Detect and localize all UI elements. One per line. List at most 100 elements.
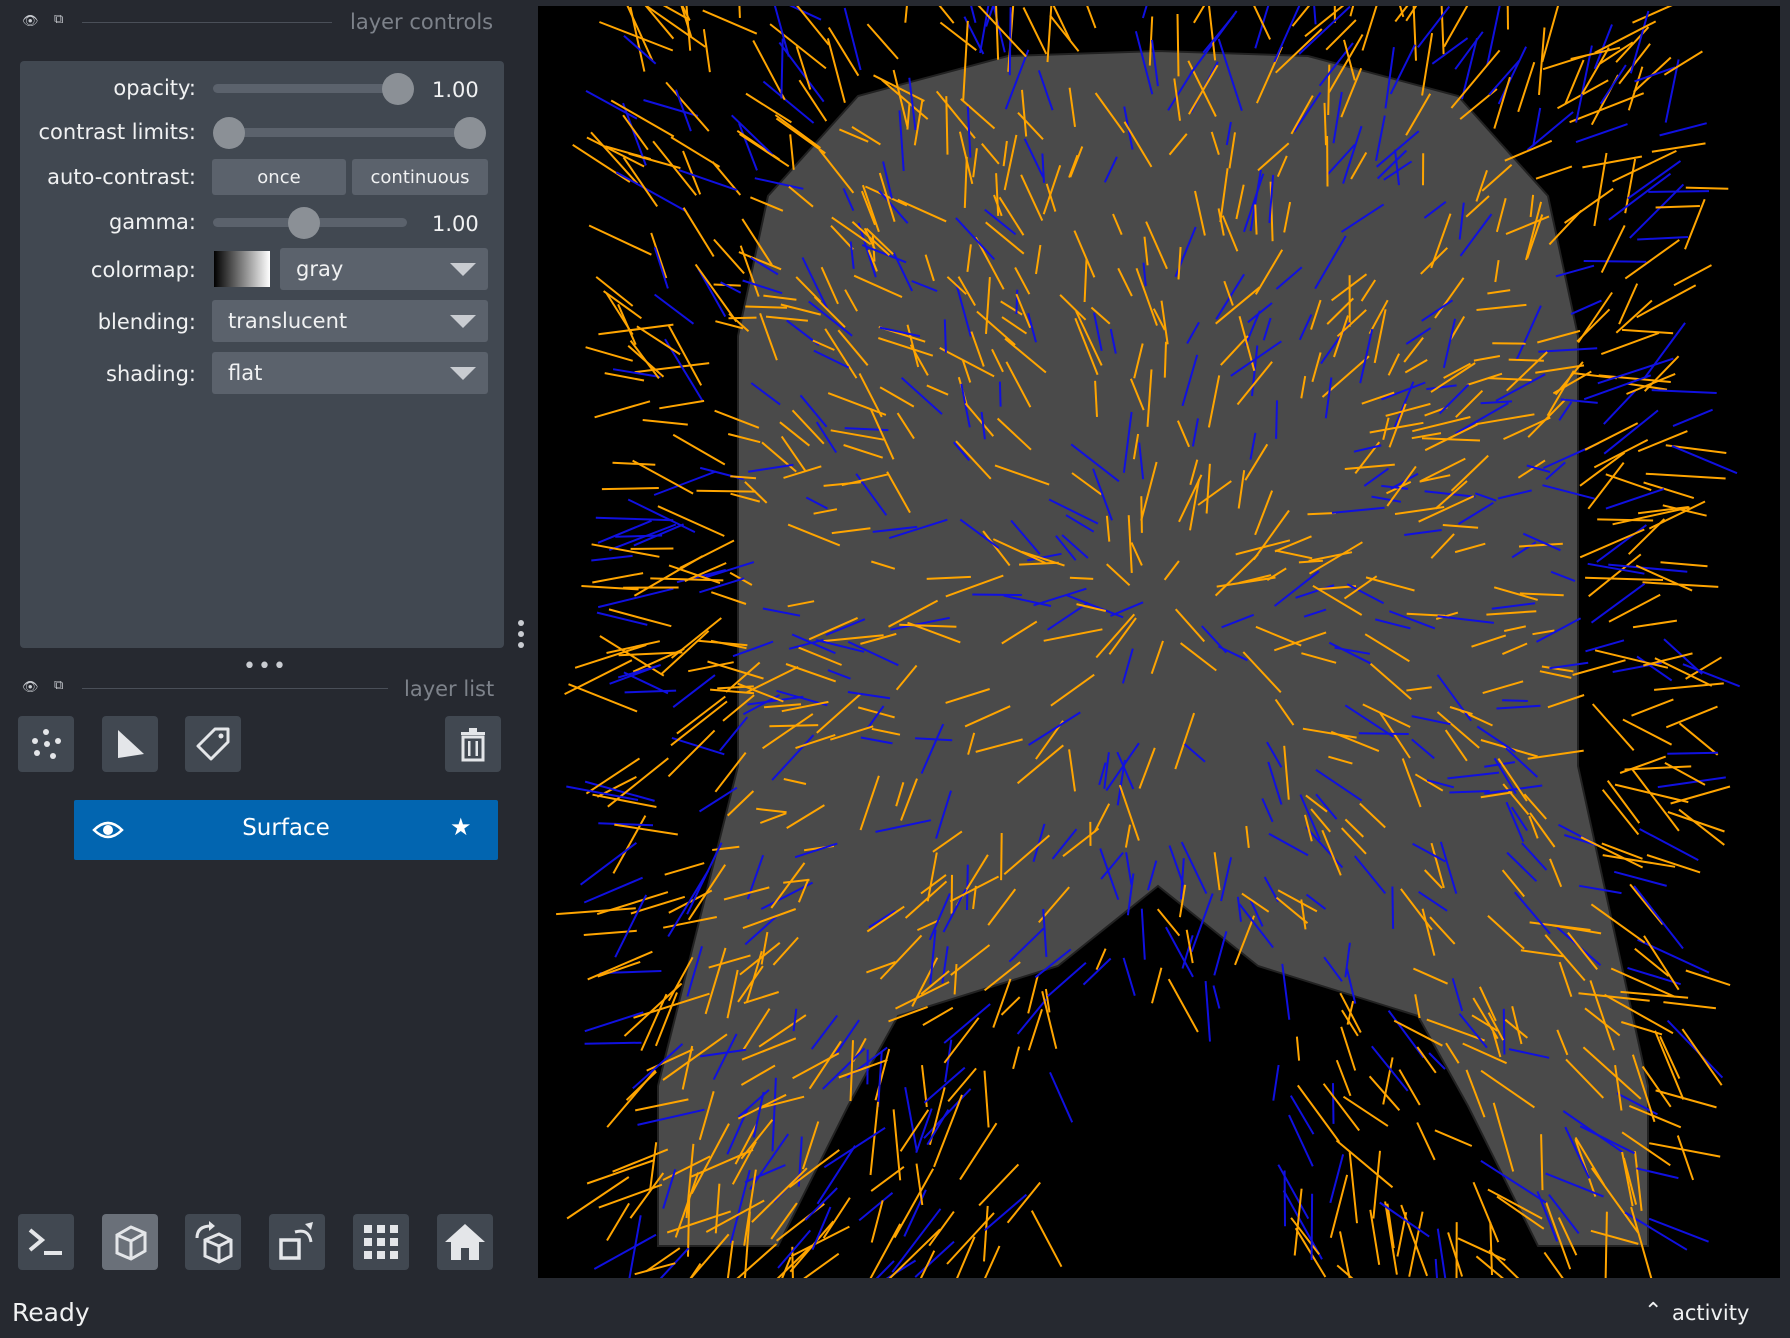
normal-stroke [587, 950, 653, 981]
activity-button[interactable]: activity [1672, 1301, 1749, 1325]
opacity-slider-handle[interactable] [382, 73, 414, 105]
ndisplay-3d-icon [115, 1225, 147, 1261]
normal-stroke [1572, 659, 1626, 676]
normal-stroke [1295, 1036, 1301, 1061]
visibility-toggle-icon[interactable]: 👁 [22, 680, 39, 695]
canvas-viewer[interactable] [538, 6, 1780, 1278]
normal-stroke [1685, 186, 1729, 190]
contrast-min-handle[interactable] [213, 117, 245, 149]
normal-stroke [1627, 160, 1682, 200]
normal-stroke [1202, 14, 1235, 54]
float-panel-icon[interactable]: ⧉ [54, 12, 63, 27]
header-divider [82, 688, 388, 689]
normal-stroke [928, 1211, 955, 1247]
normal-stroke [1584, 422, 1639, 451]
normal-stroke [586, 1159, 655, 1185]
normal-stroke [1086, 6, 1097, 29]
contrast-max-handle[interactable] [454, 117, 486, 149]
normal-stroke [1342, 1095, 1389, 1127]
normal-stroke [1648, 1217, 1709, 1243]
normal-stroke [1082, 957, 1112, 986]
normal-stroke [1361, 6, 1378, 51]
normal-stroke [1163, 341, 1167, 378]
normal-stroke [972, 593, 1022, 596]
normal-stroke [1608, 593, 1661, 623]
normal-stroke [1651, 142, 1706, 153]
normal-stroke [774, 114, 821, 149]
normal-stroke [1313, 6, 1317, 25]
normal-stroke [1412, 6, 1417, 61]
grid-view-button[interactable] [353, 1214, 409, 1270]
normal-stroke [1631, 698, 1674, 717]
normal-stroke [1543, 1251, 1564, 1278]
normal-stroke [1648, 190, 1710, 193]
normal-stroke [1629, 883, 1664, 926]
normal-stroke [738, 6, 741, 18]
normal-stroke [1140, 496, 1143, 533]
ndisplay-toggle-button[interactable] [102, 1214, 158, 1270]
normal-stroke [1472, 1181, 1500, 1243]
normal-stroke [1339, 1231, 1351, 1278]
normal-stroke [1570, 299, 1602, 316]
normal-stroke [1588, 553, 1642, 598]
normal-stroke [939, 21, 977, 51]
normal-stroke [956, 1236, 976, 1278]
console-button[interactable] [18, 1214, 74, 1270]
normal-stroke [983, 1070, 990, 1128]
layer-list-title: layer list [404, 677, 495, 701]
normal-stroke [1576, 308, 1611, 343]
gamma-slider-handle[interactable] [288, 207, 320, 239]
float-panel-icon[interactable]: ⧉ [54, 678, 63, 693]
normal-stroke [667, 729, 716, 778]
normal-stroke [1583, 260, 1647, 263]
normal-stroke [992, 6, 1006, 53]
normal-stroke [659, 1247, 690, 1278]
auto-contrast-once-button[interactable]: once [212, 159, 346, 195]
chevron-up-icon[interactable]: ⌃ [1644, 1299, 1662, 1324]
blending-dropdown[interactable]: translucent [212, 300, 488, 342]
opacity-slider[interactable] [213, 84, 403, 93]
layer-row-surface[interactable]: Surface ★ [74, 800, 498, 860]
dock-splitter-handle[interactable] [518, 620, 526, 648]
surface-render [556, 6, 1741, 1278]
gamma-value[interactable]: 1.00 [432, 212, 479, 236]
panel-splitter-handle[interactable]: ••• [243, 654, 288, 679]
normal-stroke [625, 1070, 657, 1101]
normal-stroke [1663, 1001, 1717, 1010]
normal-stroke [1294, 1227, 1327, 1278]
normal-stroke [943, 319, 947, 353]
layer-name[interactable]: Surface [74, 815, 498, 841]
normal-stroke [866, 23, 899, 60]
roll-dims-button[interactable] [185, 1214, 241, 1270]
normal-stroke [892, 1109, 902, 1181]
normal-stroke [682, 207, 715, 258]
new-shapes-layer-button[interactable] [102, 716, 158, 772]
normal-stroke [1349, 6, 1355, 17]
contrast-limits-slider[interactable] [218, 128, 480, 137]
delete-layer-button[interactable] [445, 716, 501, 772]
new-points-layer-button[interactable] [18, 716, 74, 772]
normal-stroke [1599, 64, 1627, 105]
colormap-dropdown[interactable]: gray [280, 248, 488, 290]
auto-contrast-continuous-button[interactable]: continuous [352, 159, 488, 195]
visibility-toggle-icon[interactable]: 👁 [22, 14, 39, 29]
normal-stroke [1398, 1069, 1421, 1106]
home-icon [445, 1224, 485, 1260]
normal-stroke [736, 1243, 778, 1278]
normal-stroke [1307, 512, 1336, 516]
shading-dropdown[interactable]: flat [212, 352, 488, 394]
new-labels-layer-button[interactable] [185, 716, 241, 772]
reset-view-button[interactable] [437, 1214, 493, 1270]
transpose-dims-button[interactable] [269, 1214, 325, 1270]
opacity-value[interactable]: 1.00 [432, 78, 479, 102]
normal-stroke [653, 246, 669, 289]
auto-contrast-label: auto-contrast: [47, 165, 196, 189]
normal-stroke [1141, 6, 1148, 19]
normal-stroke [605, 292, 634, 336]
normal-stroke [1665, 705, 1718, 729]
normal-stroke [615, 171, 687, 213]
normal-stroke [586, 136, 645, 168]
normal-stroke [1391, 886, 1395, 929]
normal-stroke [667, 324, 703, 386]
normal-stroke [1672, 408, 1713, 428]
